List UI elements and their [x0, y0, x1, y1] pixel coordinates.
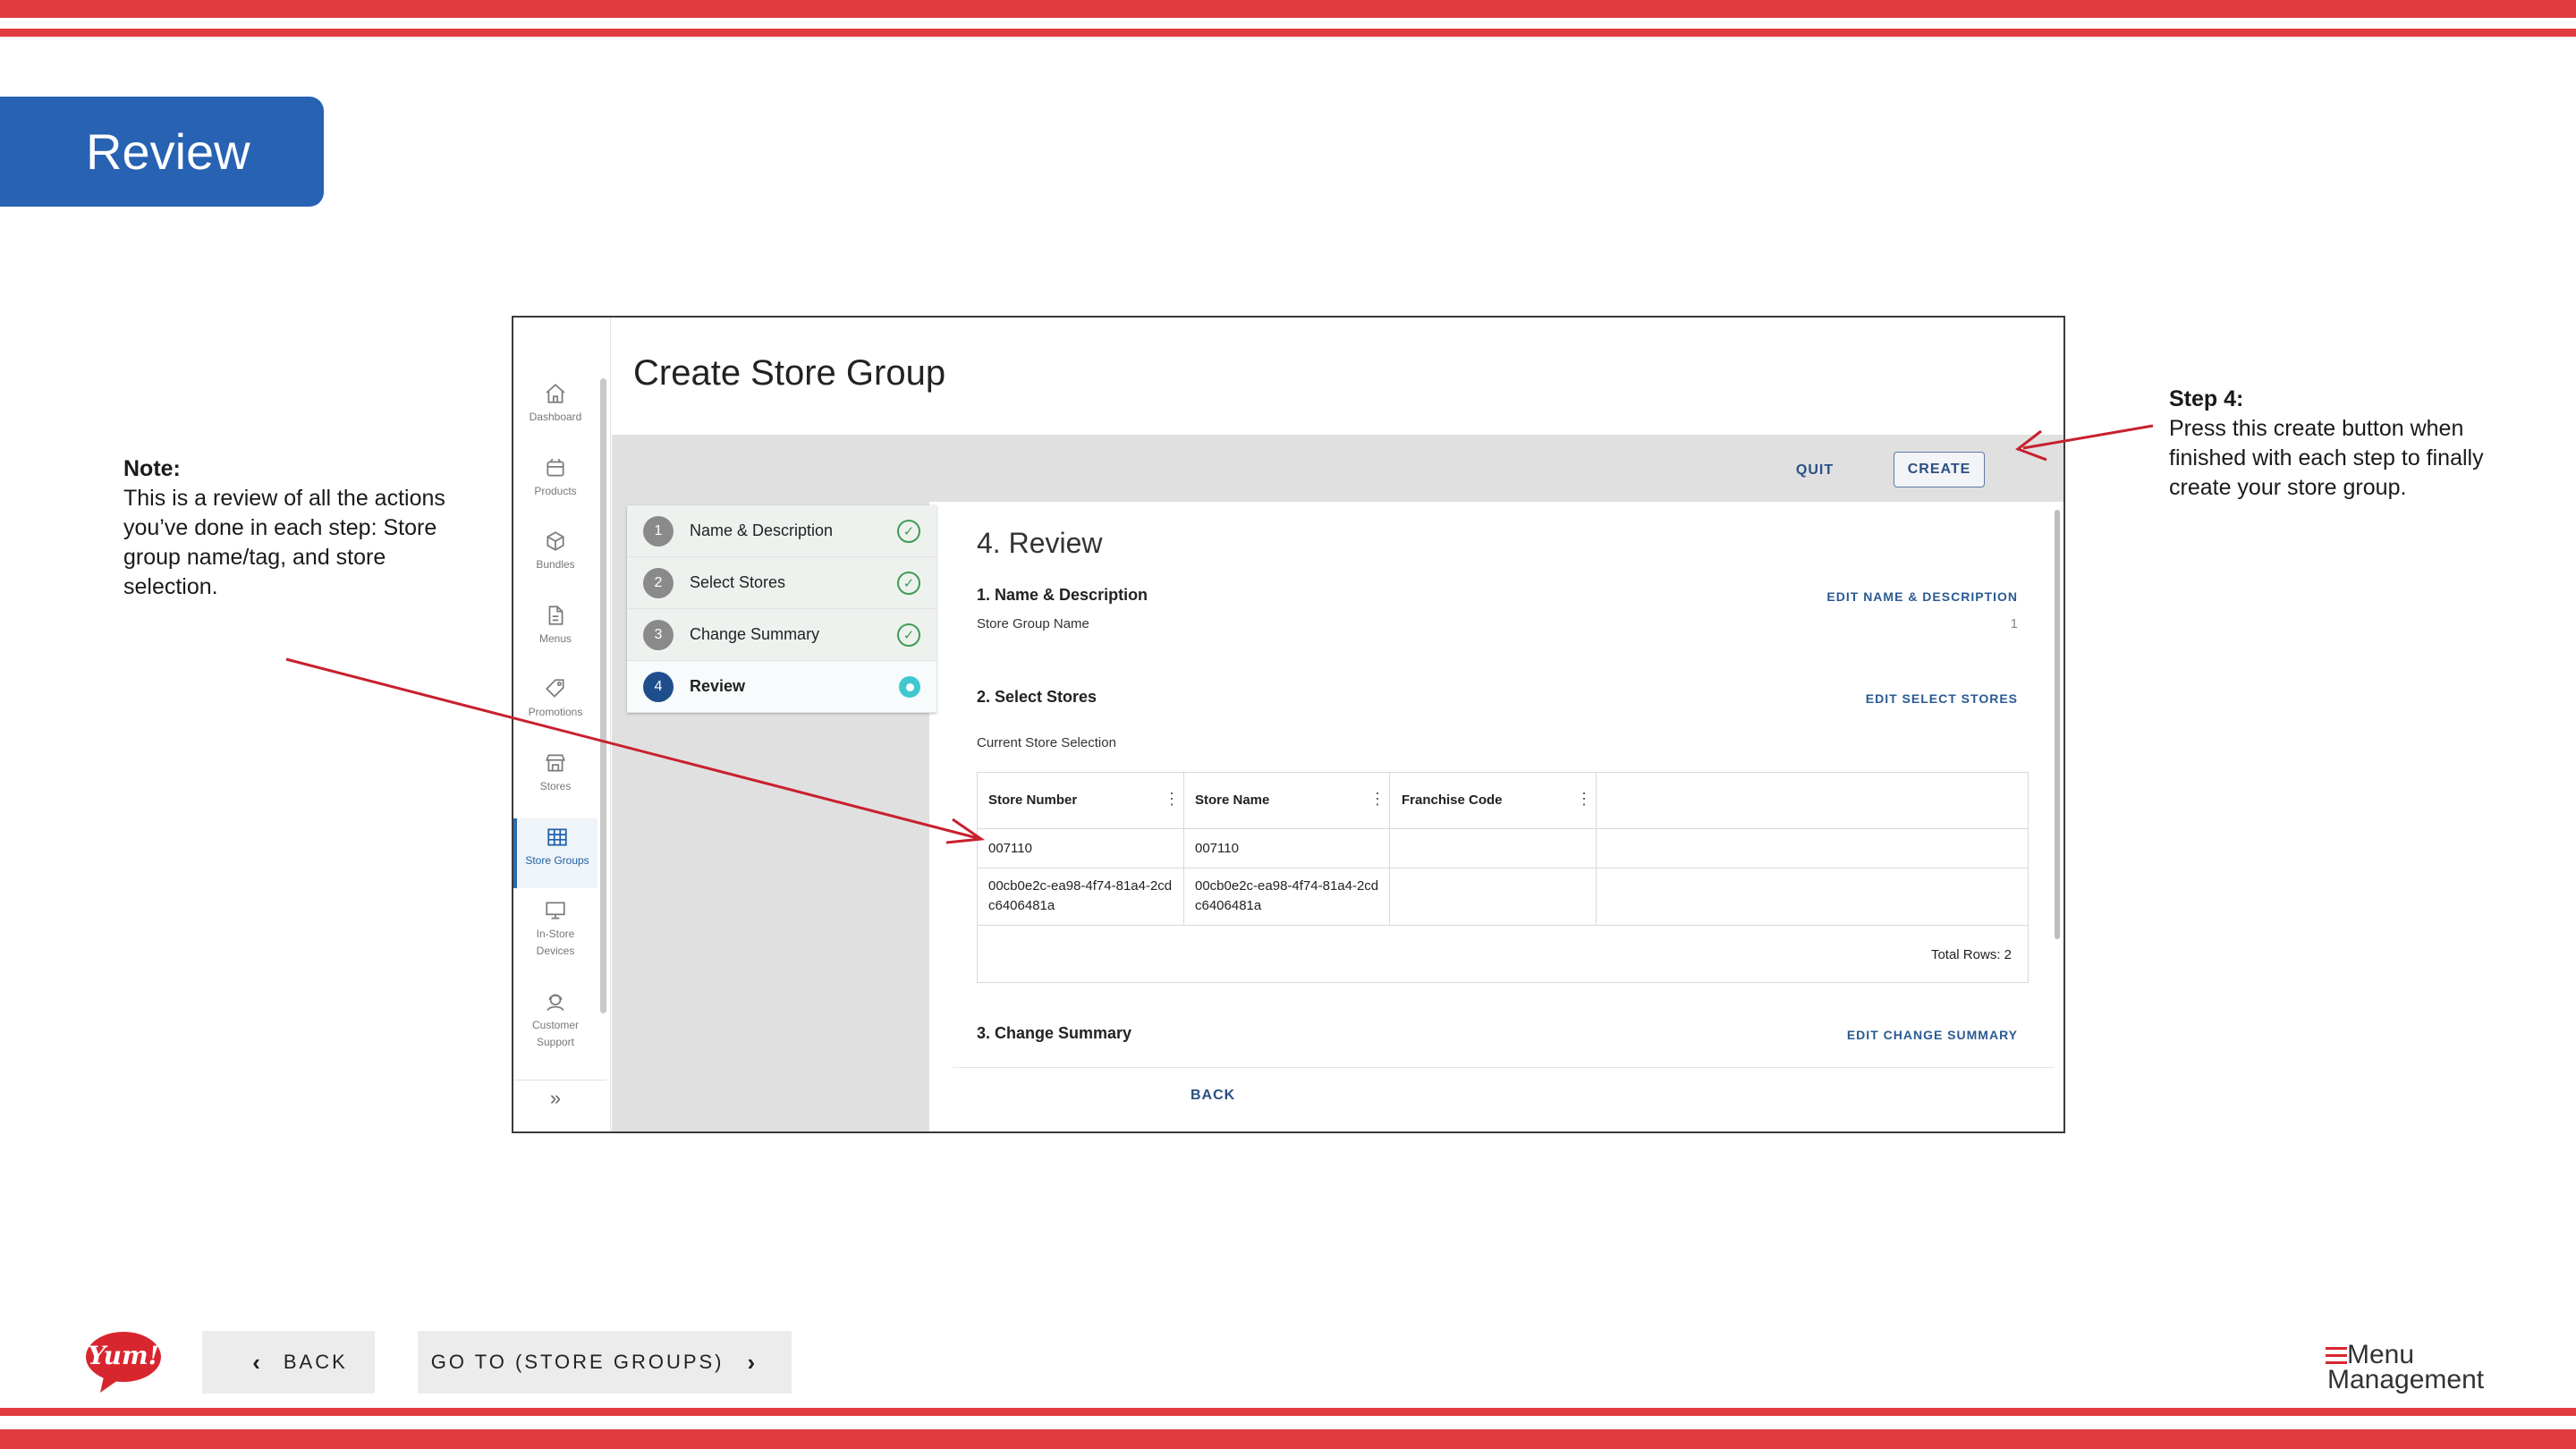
go-to-label: GO TO (STORE GROUPS)	[430, 1351, 724, 1373]
note-arrow	[285, 657, 986, 844]
yum-logo: Yum!	[84, 1330, 165, 1397]
back-nav-button[interactable]: ‹ BACK	[202, 1331, 375, 1394]
menu-management-logo: Menu Management	[2326, 1342, 2496, 1397]
bottom-stripe-thick	[0, 1429, 2576, 1449]
chevron-right-icon: ›	[747, 1348, 756, 1376]
slide: Review Note: This is a review of all the…	[0, 0, 2576, 1449]
logo-line-2: Management	[2327, 1365, 2485, 1394]
go-to-store-groups-button[interactable]: GO TO (STORE GROUPS) ›	[418, 1331, 792, 1394]
bottom-stripe-thin	[0, 1408, 2576, 1416]
chevron-left-icon: ‹	[252, 1348, 260, 1376]
back-nav-label: BACK	[283, 1351, 348, 1373]
yum-logo-text: Yum!	[88, 1341, 159, 1370]
step-arrow	[2014, 424, 2154, 462]
annotation-arrows	[285, 424, 2154, 844]
